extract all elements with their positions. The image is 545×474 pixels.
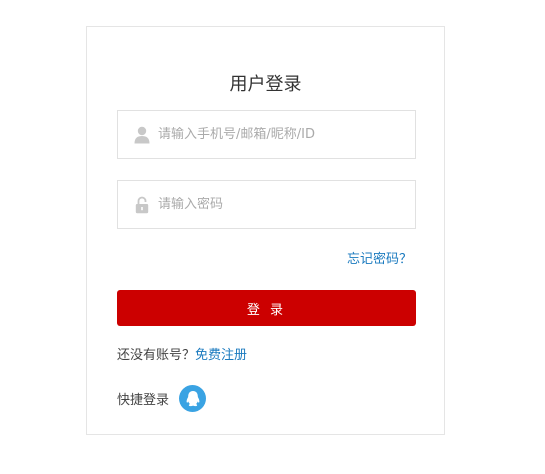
login-button[interactable]: 登 录 — [117, 290, 416, 326]
password-input[interactable] — [158, 197, 398, 212]
user-icon — [134, 126, 150, 144]
qq-icon[interactable] — [179, 385, 207, 412]
quick-login-label: 快捷登录 — [117, 393, 170, 408]
forgot-password-link[interactable]: 忘记密码？ — [347, 252, 412, 268]
register-link[interactable]: 免费注册 — [195, 348, 247, 363]
lock-icon — [134, 196, 150, 214]
no-account-text: 还没有账号？ — [117, 348, 196, 363]
username-field[interactable] — [117, 110, 416, 159]
username-input[interactable] — [158, 127, 398, 142]
login-card: 用户登录 忘记密码？ 登 录 还没有账号？免费注册 快捷登录 — [86, 26, 445, 435]
password-field[interactable] — [117, 180, 416, 229]
register-prompt: 还没有账号？免费注册 — [117, 348, 247, 364]
login-title: 用户登录 — [229, 74, 302, 95]
quick-login: 快捷登录 — [117, 385, 207, 412]
